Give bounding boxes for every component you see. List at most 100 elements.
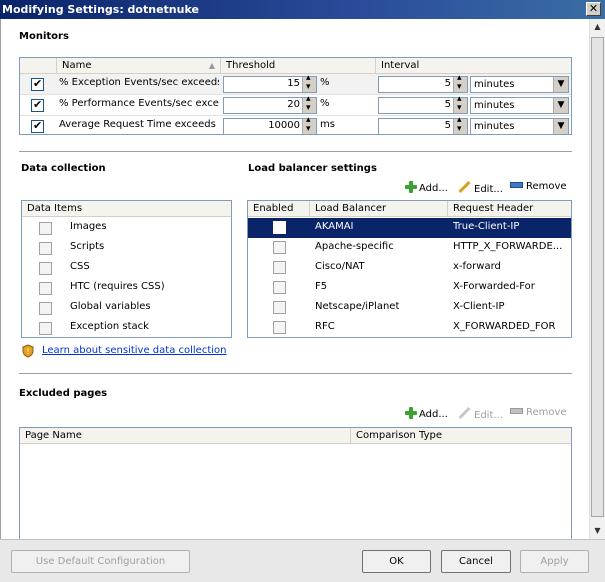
lb-remove-button[interactable]: Remove: [510, 181, 567, 192]
data-item-row[interactable]: Global variables: [22, 298, 231, 319]
monitor-row[interactable]: Average Request Time exceeds t... 10000 …: [20, 115, 571, 137]
lb-name: F5: [315, 281, 328, 292]
monitors-header-name[interactable]: Name ▲: [57, 58, 221, 74]
data-item-label: CSS: [70, 261, 90, 272]
spinner-arrows-icon[interactable]: [302, 73, 316, 92]
lb-row[interactable]: Cisco/NAT x-forward: [248, 258, 571, 278]
ok-button[interactable]: OK: [362, 550, 431, 573]
data-item-label: HTC (requires CSS): [70, 281, 165, 292]
monitors-grid: Name▲ Threshold Interval % Exception Eve…: [19, 57, 572, 135]
data-item-checkbox[interactable]: [39, 242, 52, 255]
data-item-row[interactable]: Scripts: [22, 238, 231, 259]
svg-text:!: !: [26, 347, 29, 356]
monitor-row[interactable]: % Performance Events/sec excee... 20 % 5…: [20, 94, 571, 116]
lb-header-request-header[interactable]: Request Header: [448, 201, 571, 217]
scroll-down-icon[interactable]: ▼: [591, 523, 604, 539]
excluded-remove-button[interactable]: Remove: [510, 407, 567, 418]
lb-enabled-checkbox[interactable]: [273, 261, 286, 274]
use-default-configuration-button[interactable]: Use Default Configuration: [11, 550, 190, 573]
spinner-arrows-icon[interactable]: [302, 115, 316, 134]
vertical-scrollbar[interactable]: ▲ ▼: [589, 19, 605, 539]
lb-header-name[interactable]: Load Balancer: [310, 201, 448, 217]
excluded-header-page-name[interactable]: Page Name: [20, 428, 351, 444]
data-item-checkbox[interactable]: [39, 262, 52, 275]
cancel-button[interactable]: Cancel: [441, 550, 511, 573]
monitor-enabled-checkbox[interactable]: [31, 77, 44, 91]
close-button[interactable]: ✕: [586, 2, 601, 16]
data-item-row[interactable]: CSS: [22, 258, 231, 279]
lb-enabled-checkbox[interactable]: [273, 281, 286, 294]
lb-enabled-checkbox[interactable]: [273, 241, 286, 254]
data-item-row[interactable]: HTC (requires CSS): [22, 278, 231, 299]
spinner-arrows-icon[interactable]: [453, 94, 467, 113]
monitor-name: % Exception Events/sec exceeds ...: [59, 77, 219, 88]
close-icon: ✕: [588, 2, 599, 15]
threshold-spinner[interactable]: 10000: [223, 115, 317, 135]
data-item-row[interactable]: Exception stack: [22, 318, 231, 339]
lb-header-enabled[interactable]: Enabled: [248, 201, 310, 217]
monitors-title: Monitors: [19, 31, 69, 42]
scrollbar-thumb[interactable]: [591, 37, 604, 517]
threshold-spinner[interactable]: 20: [223, 94, 317, 114]
monitor-enabled-checkbox[interactable]: [31, 98, 44, 112]
threshold-unit: %: [320, 98, 330, 109]
lb-enabled-checkbox[interactable]: [273, 221, 286, 234]
lb-request-header: X_FORWARDED_FOR: [453, 321, 556, 332]
lb-row[interactable]: Netscape/iPlanet X-Client-IP: [248, 298, 571, 318]
monitors-header-threshold[interactable]: Threshold: [221, 58, 376, 74]
interval-spinner[interactable]: 5: [378, 73, 468, 93]
lb-request-header: True-Client-IP: [453, 221, 520, 232]
lb-row-selected[interactable]: AKAMAI True-Client-IP: [248, 218, 571, 238]
spinner-arrows-icon[interactable]: [302, 94, 316, 113]
excluded-pages-grid: Page Name Comparison Type: [19, 427, 572, 539]
data-item-checkbox[interactable]: [39, 322, 52, 335]
spinner-arrows-icon[interactable]: [453, 73, 467, 92]
load-balancer-grid: Enabled Load Balancer Request Header AKA…: [247, 200, 572, 338]
lb-enabled-checkbox[interactable]: [273, 321, 286, 334]
excluded-header-comparison[interactable]: Comparison Type: [351, 428, 571, 444]
chevron-down-icon[interactable]: ▼: [553, 77, 568, 92]
interval-spinner[interactable]: 5: [378, 94, 468, 114]
lb-row[interactable]: RFC X_FORWARDED_FOR: [248, 318, 571, 338]
lb-add-button[interactable]: Add...: [405, 181, 448, 194]
interval-unit-select[interactable]: minutes ▼: [470, 76, 569, 93]
data-item-label: Global variables: [70, 301, 151, 312]
apply-button[interactable]: Apply: [520, 550, 589, 573]
learn-sensitive-data-link[interactable]: Learn about sensitive data collection: [42, 345, 226, 356]
lb-edit-button[interactable]: Edit...: [458, 181, 503, 195]
interval-spinner[interactable]: 5: [378, 115, 468, 135]
spinner-arrows-icon[interactable]: [453, 115, 467, 134]
excluded-add-button[interactable]: Add...: [405, 407, 448, 420]
monitor-row[interactable]: % Exception Events/sec exceeds ... 15 % …: [20, 73, 571, 95]
excluded-edit-button[interactable]: Edit...: [458, 407, 503, 421]
lb-row[interactable]: Apache-specific HTTP_X_FORWARDE...: [248, 238, 571, 258]
data-items-list: Data Items Images Scripts CSS HTC (requi…: [21, 200, 232, 338]
interval-unit-select[interactable]: minutes ▼: [470, 118, 569, 135]
monitor-name: % Performance Events/sec excee...: [59, 98, 219, 109]
pencil-icon: [458, 407, 471, 420]
window-title: Modifying Settings: dotnetnuke: [2, 3, 199, 16]
plus-icon: [405, 181, 417, 193]
monitors-header-interval[interactable]: Interval: [376, 58, 573, 74]
remove-icon: [510, 182, 523, 188]
data-item-checkbox[interactable]: [39, 282, 52, 295]
chevron-down-icon[interactable]: ▼: [553, 119, 568, 134]
monitor-enabled-checkbox[interactable]: [31, 119, 44, 133]
data-item-checkbox[interactable]: [39, 302, 52, 315]
data-item-checkbox[interactable]: [39, 222, 52, 235]
scroll-up-icon[interactable]: ▲: [591, 19, 604, 35]
threshold-spinner[interactable]: 15: [223, 73, 317, 93]
lb-enabled-checkbox[interactable]: [273, 301, 286, 314]
data-item-row[interactable]: Images: [22, 218, 231, 239]
load-balancer-title: Load balancer settings: [248, 163, 377, 174]
data-item-label: Scripts: [70, 241, 105, 252]
chevron-down-icon[interactable]: ▼: [553, 98, 568, 113]
excluded-pages-title: Excluded pages: [19, 388, 108, 399]
lb-row[interactable]: F5 X-Forwarded-For: [248, 278, 571, 298]
lb-name: Apache-specific: [315, 241, 394, 252]
interval-unit-select[interactable]: minutes ▼: [470, 97, 569, 114]
monitors-header-check: [20, 58, 57, 74]
data-item-label: Exception stack: [70, 321, 149, 332]
lb-header: Enabled Load Balancer Request Header: [248, 201, 571, 217]
section-divider: [19, 373, 572, 375]
